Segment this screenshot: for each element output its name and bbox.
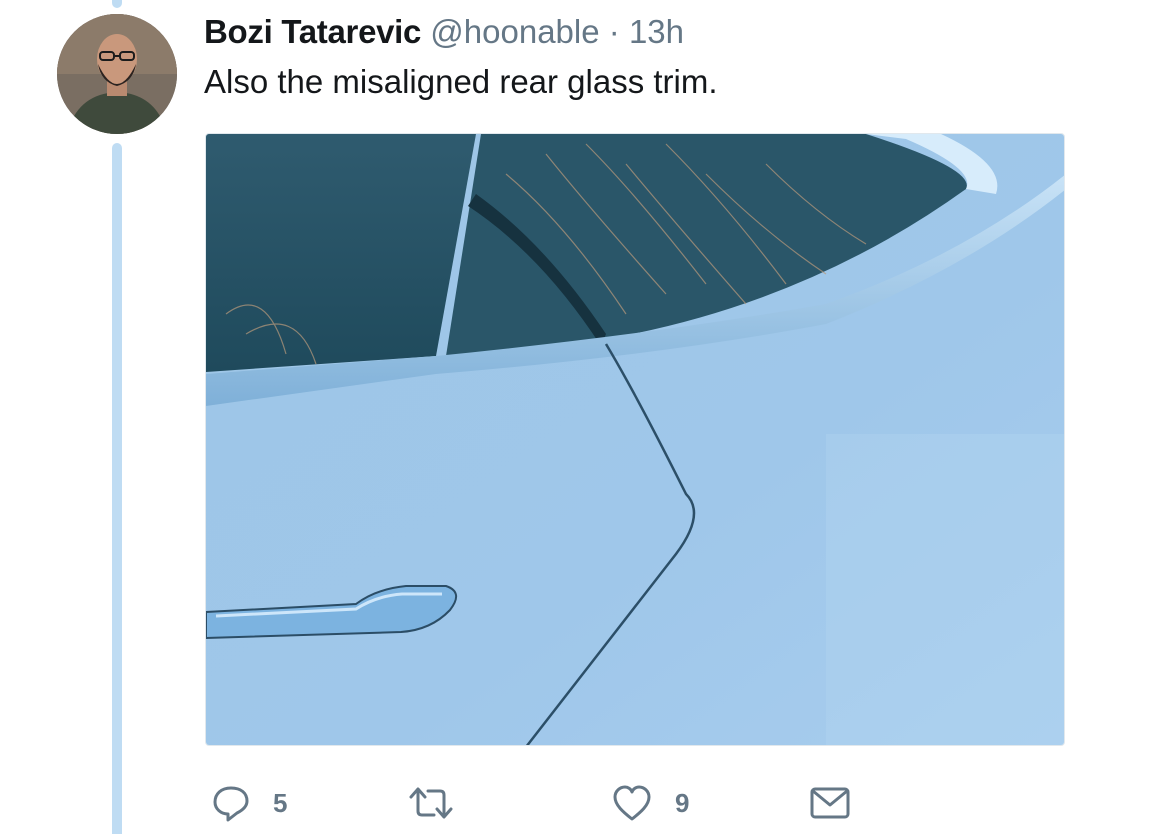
like-count: 9 bbox=[675, 787, 690, 818]
thread-connector-top bbox=[112, 0, 122, 8]
like-button[interactable]: 9 bbox=[611, 780, 689, 826]
author-name[interactable]: Bozi Tatarevic bbox=[204, 13, 421, 50]
heart-icon bbox=[613, 785, 651, 821]
author-handle[interactable]: @hoonable bbox=[430, 13, 599, 50]
retweet-arrows-icon bbox=[409, 787, 453, 819]
speech-bubble-icon bbox=[213, 786, 249, 822]
avatar[interactable] bbox=[57, 14, 177, 134]
tweet-actions: 5 9 bbox=[0, 780, 1150, 826]
header-separator: · bbox=[608, 13, 620, 50]
reply-count: 5 bbox=[273, 787, 288, 818]
tweet-photo[interactable] bbox=[205, 133, 1065, 746]
tweet[interactable]: Bozi Tatarevic @hoonable · 13h Also the … bbox=[0, 0, 1150, 834]
tweet-timestamp[interactable]: 13h bbox=[629, 13, 684, 50]
retweet-button[interactable] bbox=[407, 780, 477, 826]
thread-connector bbox=[112, 143, 122, 834]
tweet-text: Also the misaligned rear glass trim. bbox=[204, 63, 718, 100]
envelope-icon bbox=[810, 787, 850, 819]
direct-message-button[interactable] bbox=[808, 780, 852, 826]
tweet-header: Bozi Tatarevic @hoonable · 13h bbox=[204, 12, 684, 52]
reply-button[interactable]: 5 bbox=[211, 780, 287, 826]
